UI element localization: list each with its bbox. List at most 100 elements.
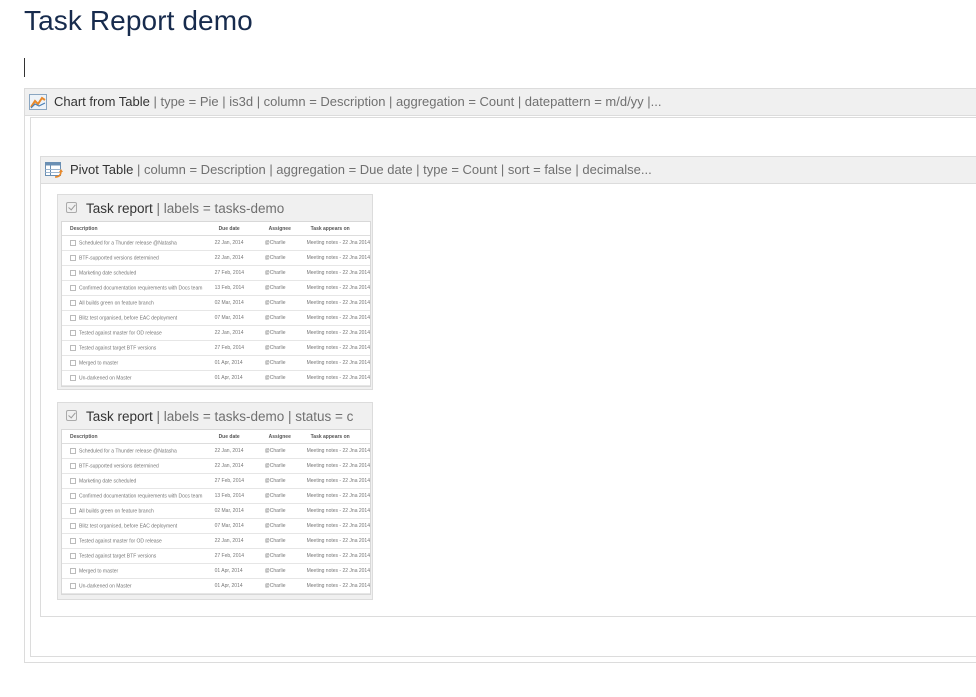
chart-macro-name: Chart from Table xyxy=(54,94,150,109)
task-description: Tested against master for OD release xyxy=(62,533,211,549)
task-assignee: @Charlie xyxy=(260,518,303,534)
column-header-description: Description xyxy=(62,430,211,444)
task-assignee: @Charlie xyxy=(260,235,303,251)
task-assignee: @Charlie xyxy=(260,578,303,594)
task-due-date: 22 Jan, 2014 xyxy=(210,443,261,459)
column-header-task-appears-on: Task appears on xyxy=(302,222,370,236)
task-description-text: Scheduled for a Thunder release @Natasha xyxy=(79,240,177,247)
pivot-macro-header[interactable]: Pivot Table | column = Description | agg… xyxy=(41,157,976,184)
task-report-preview: Description Due date Assignee Task appea… xyxy=(61,221,371,387)
column-header-description: Description xyxy=(62,222,211,236)
task-source-page: Meeting notes - 22 Jna 2014 xyxy=(302,533,370,549)
task-report-params: | labels = tasks-demo xyxy=(152,201,285,216)
task-description: Tested against target BTF versions xyxy=(62,548,211,564)
task-checkbox-icon xyxy=(70,254,76,261)
task-assignee: @Charlie xyxy=(260,533,303,549)
task-source-page: Meeting notes - 22 Jna 2014 xyxy=(302,503,370,519)
table-row: Un-darkened on Master 01 Apr, 2014 @Charli… xyxy=(62,578,370,594)
task-report-header[interactable]: Task report | labels = tasks-demo xyxy=(58,195,372,223)
task-assignee: @Charlie xyxy=(260,458,303,474)
task-due-date: 27 Feb, 2014 xyxy=(210,265,261,281)
task-description-text: BTF-supported versions determined xyxy=(79,255,159,262)
task-due-date: 22 Jan, 2014 xyxy=(210,325,261,341)
task-assignee: @Charlie xyxy=(260,488,303,504)
task-due-date: 27 Feb, 2014 xyxy=(210,548,261,564)
task-assignee: @Charlie xyxy=(260,250,303,266)
task-description-text: Blitz test organised, before EAC deploym… xyxy=(79,315,178,322)
task-assignee: @Charlie xyxy=(260,295,303,311)
task-description: BTF-supported versions determined xyxy=(62,250,211,266)
task-assignee: @Charlie xyxy=(260,370,303,386)
task-description-text: Tested against target BTF versions xyxy=(79,345,157,352)
task-checkbox-icon xyxy=(70,239,76,246)
task-description: All builds green on feature branch xyxy=(62,295,211,311)
task-due-date: 27 Feb, 2014 xyxy=(210,473,261,489)
column-header-assignee: Assignee xyxy=(260,430,303,444)
task-checkbox-icon xyxy=(70,299,76,306)
task-report-macro[interactable]: Task report | labels = tasks-demo | stat… xyxy=(57,402,373,600)
column-header-task-appears-on: Task appears on xyxy=(302,430,370,444)
table-row: Tested against target BTF versions 27 Feb… xyxy=(62,340,370,356)
table-row: Scheduled for a Thunder release @Natasha… xyxy=(62,443,370,459)
task-source-page: Meeting notes - 22 Jna 2014 xyxy=(302,578,370,594)
page-title: Task Report demo xyxy=(24,5,253,36)
task-description-text: Confirmed documentation requirements wit… xyxy=(79,493,203,500)
task-source-page: Meeting notes - 22 Jna 2014 xyxy=(302,340,370,356)
task-source-page: Meeting notes - 22 Jna 2014 xyxy=(302,265,370,281)
task-description-text: All builds green on feature branch xyxy=(79,508,154,515)
task-due-date: 27 Feb, 2014 xyxy=(210,340,261,356)
table-row: All builds green on feature branch 02 Mar… xyxy=(62,503,370,519)
task-description: Merged to master xyxy=(62,563,211,579)
task-due-date: 22 Jan, 2014 xyxy=(210,235,261,251)
task-description: Tested against master for OD release xyxy=(62,325,211,341)
pivot-macro-params: | column = Description | aggregation = D… xyxy=(133,162,652,177)
task-description: Scheduled for a Thunder release @Natasha xyxy=(62,235,211,251)
task-due-date: 01 Apr, 2014 xyxy=(210,563,261,579)
task-assignee: @Charlie xyxy=(260,548,303,564)
task-report-rows: Scheduled for a Thunder release @Natasha… xyxy=(62,443,370,594)
task-description: Blitz test organised, before EAC deploym… xyxy=(62,518,211,534)
task-checkbox-icon xyxy=(70,314,76,321)
task-due-date: 02 Mar, 2014 xyxy=(210,503,261,519)
task-report-preview: Description Due date Assignee Task appea… xyxy=(61,429,371,595)
task-due-date: 22 Jan, 2014 xyxy=(210,250,261,266)
table-row: BTF-supported versions determined 22 Jan,… xyxy=(62,250,370,266)
task-description-text: Marketing date scheduled xyxy=(79,270,137,277)
task-report-rows: Scheduled for a Thunder release @Natasha… xyxy=(62,235,370,386)
column-header-assignee: Assignee xyxy=(260,222,303,236)
task-checkbox-icon xyxy=(70,552,76,559)
table-header-row: Description Due date Assignee Task appea… xyxy=(62,222,370,236)
task-checkbox-icon xyxy=(70,582,76,589)
task-description-text: Merged to master xyxy=(79,360,119,367)
task-assignee: @Charlie xyxy=(260,503,303,519)
task-assignee: @Charlie xyxy=(260,265,303,281)
table-row: Tested against master for OD release 22 J… xyxy=(62,533,370,549)
task-description: Confirmed documentation requirements wit… xyxy=(62,488,211,504)
table-row: Blitz test organised, before EAC deploym… xyxy=(62,310,370,326)
task-due-date: 07 Mar, 2014 xyxy=(210,310,261,326)
task-assignee: @Charlie xyxy=(260,325,303,341)
table-row: All builds green on feature branch 02 Mar… xyxy=(62,295,370,311)
task-due-date: 22 Jan, 2014 xyxy=(210,458,261,474)
chart-macro-icon xyxy=(29,94,47,110)
task-checkbox-icon xyxy=(70,269,76,276)
task-report-macro[interactable]: Task report | labels = tasks-demo Descri… xyxy=(57,194,373,390)
column-header-due-date: Due date xyxy=(210,430,261,444)
task-checkbox-icon xyxy=(70,567,76,574)
task-description-text: Un-darkened on Master xyxy=(79,583,132,590)
pivot-macro-name: Pivot Table xyxy=(70,162,134,177)
task-source-page: Meeting notes - 22 Jna 2014 xyxy=(302,488,370,504)
task-source-page: Meeting notes - 22 Jna 2014 xyxy=(302,518,370,534)
task-report-header[interactable]: Task report | labels = tasks-demo | stat… xyxy=(58,403,372,431)
chart-macro-header[interactable]: Chart from Table | type = Pie | is3d | c… xyxy=(25,89,976,116)
task-source-page: Meeting notes - 22 Jna 2014 xyxy=(302,235,370,251)
task-checkbox-icon xyxy=(70,359,76,366)
task-due-date: 22 Jan, 2014 xyxy=(210,533,261,549)
task-due-date: 13 Feb, 2014 xyxy=(210,488,261,504)
column-header-due-date: Due date xyxy=(210,222,261,236)
task-due-date: 01 Apr, 2014 xyxy=(210,578,261,594)
task-assignee: @Charlie xyxy=(260,340,303,356)
task-checkbox-icon xyxy=(70,492,76,499)
table-row: Scheduled for a Thunder release @Natasha… xyxy=(62,235,370,251)
table-row: BTF-supported versions determined 22 Jan,… xyxy=(62,458,370,474)
